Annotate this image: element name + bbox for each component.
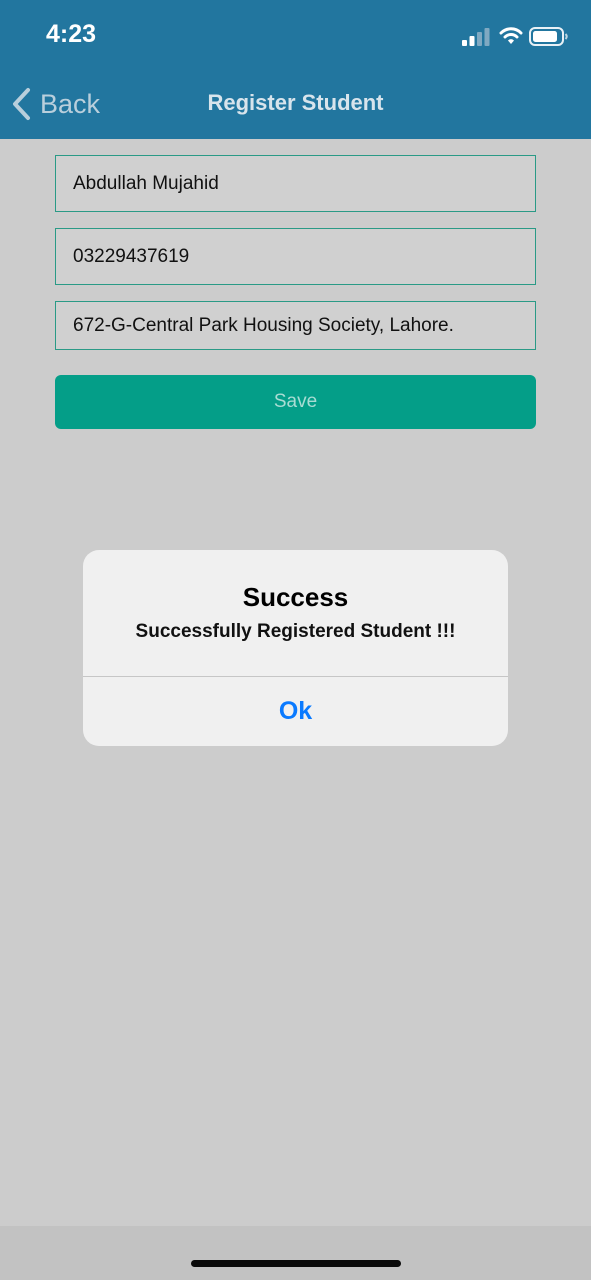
page-title: Register Student bbox=[207, 90, 384, 115]
home-indicator[interactable] bbox=[191, 1260, 401, 1267]
name-field[interactable] bbox=[55, 155, 536, 212]
name-input[interactable] bbox=[73, 172, 535, 195]
status-time: 4:23 bbox=[46, 20, 97, 48]
ok-button[interactable]: Ok bbox=[83, 677, 508, 746]
battery-icon bbox=[529, 27, 568, 46]
phone-field[interactable] bbox=[55, 228, 536, 285]
address-field[interactable] bbox=[55, 301, 536, 350]
wifi-icon bbox=[499, 27, 523, 44]
phone-input[interactable] bbox=[73, 245, 535, 268]
alert-message: Successfully Registered Student !!! bbox=[135, 621, 456, 642]
cellular-signal-icon bbox=[462, 28, 490, 46]
address-input[interactable] bbox=[73, 314, 535, 337]
alert-title: Success bbox=[242, 582, 349, 612]
save-button[interactable]: Save bbox=[55, 375, 536, 429]
success-alert: Success Successfully Registered Student … bbox=[83, 550, 508, 746]
home-bar-area bbox=[0, 1226, 591, 1280]
app-header: 4:23 Back Register Student bbox=[0, 0, 591, 139]
